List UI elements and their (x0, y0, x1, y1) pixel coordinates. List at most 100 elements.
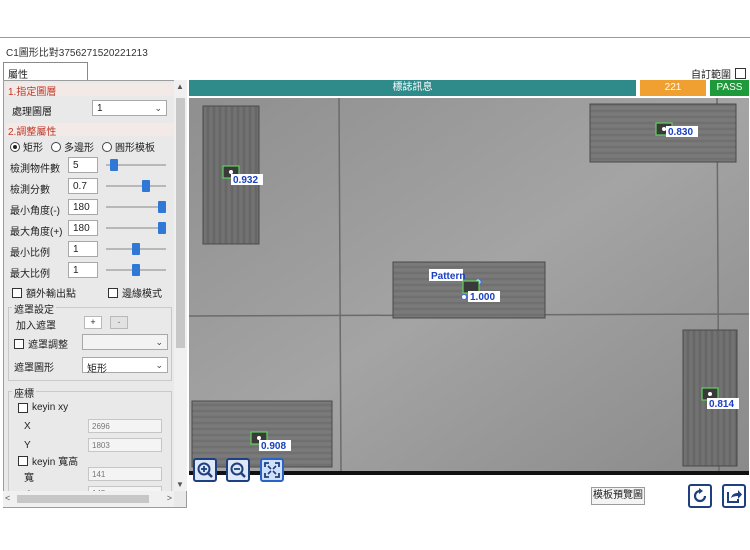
panel-vertical-scrollbar[interactable]: ▲ ▼ (174, 80, 187, 491)
scrollbar-thumb[interactable] (176, 98, 185, 348)
mask-adjust-select[interactable]: ⌄ (82, 334, 168, 350)
layer-value: 1 (97, 103, 103, 114)
zoom-in-icon (197, 462, 213, 478)
count-badge: 221 (640, 80, 706, 96)
refresh-icon (693, 488, 707, 503)
w-label: 寬 (24, 473, 34, 484)
param-value-input[interactable]: 5 (68, 157, 98, 173)
custom-range-label: 自訂範圍 (691, 70, 731, 81)
edge-mode-option[interactable]: 邊緣模式 (108, 285, 162, 300)
detection-score: 0.908 (261, 441, 286, 452)
param-value-input[interactable]: 1 (68, 241, 98, 257)
section-adjust-title: 2.調整屬性 (6, 123, 174, 138)
edge-mode-checkbox[interactable] (108, 287, 118, 298)
param-slider[interactable] (106, 222, 166, 234)
mask-add-button[interactable]: + (84, 316, 102, 329)
shape-radio-group: 矩形 多邊形 圓形模板 (10, 139, 155, 154)
param-label: 最小角度(-) (10, 206, 60, 217)
custom-range-toggle[interactable]: 自訂範圍 (691, 66, 746, 81)
param-slider[interactable] (106, 159, 166, 171)
export-button[interactable] (722, 484, 746, 508)
keyin-wh-option[interactable]: keyin 寬高 (18, 453, 78, 468)
param-value-input[interactable]: 0.7 (68, 178, 98, 194)
slider-knob[interactable] (110, 159, 118, 171)
param-value-input[interactable]: 1 (68, 262, 98, 278)
w-field[interactable]: 141 (88, 467, 162, 481)
mask-adjust-checkbox[interactable] (14, 338, 24, 349)
param-label: 檢測分數 (10, 185, 50, 196)
detection-score: 0.932 (233, 175, 258, 186)
param-slider[interactable] (106, 264, 166, 276)
layer-label: 處理圖層 (12, 107, 52, 118)
mask-title: 遮罩設定 (12, 301, 56, 316)
slider-knob[interactable] (158, 222, 166, 234)
slider-track (106, 185, 166, 187)
x-field[interactable]: 2696 (88, 419, 162, 433)
slider-knob[interactable] (132, 264, 140, 276)
extra-points-checkbox[interactable] (12, 287, 22, 298)
chevron-down-icon: ⌄ (154, 103, 162, 113)
detection-score: 0.830 (668, 127, 693, 138)
pattern-label: Pattern (431, 271, 465, 282)
result-badge: PASS (710, 80, 749, 96)
scroll-left-icon[interactable]: < (5, 493, 10, 503)
radio-polygon[interactable]: 多邊形 (51, 139, 94, 154)
scroll-right-icon[interactable]: > (167, 493, 172, 503)
param-label: 最小比例 (10, 248, 50, 259)
info-bar: 標誌訊息 (189, 80, 636, 96)
param-label: 最大角度(+) (10, 227, 63, 238)
refresh-button[interactable] (688, 484, 712, 508)
slider-track (106, 206, 166, 208)
mask-shape-label: 遮罩圖形 (14, 363, 54, 374)
slider-knob[interactable] (158, 201, 166, 213)
zoom-out-button[interactable] (226, 458, 250, 482)
panel-horizontal-scrollbar[interactable]: < > (3, 491, 174, 507)
detection-score: 1.000 (470, 292, 495, 303)
scrollbar-thumb[interactable] (17, 495, 149, 503)
extra-points-option[interactable]: 額外輸出點 (12, 285, 76, 300)
slider-track (106, 227, 166, 229)
radio-icon (102, 141, 112, 152)
keyin-xy-option[interactable]: keyin xy (18, 402, 68, 413)
top-divider (0, 37, 750, 38)
mask-adjust-option[interactable]: 遮罩調整 (14, 336, 68, 351)
param-slider[interactable] (106, 201, 166, 213)
param-label: 最大比例 (10, 269, 50, 280)
template-preview-button[interactable]: 模板預覽圖 (591, 487, 645, 505)
radio-circle-template[interactable]: 圓形模板 (102, 139, 155, 154)
param-label: 檢測物件數 (10, 164, 60, 175)
keyin-wh-checkbox[interactable] (18, 455, 28, 466)
mask-add-label: 加入遮罩 (16, 321, 56, 332)
scroll-down-icon[interactable]: ▼ (176, 480, 184, 489)
window-title: C1圖形比對3756271520221213 (6, 48, 148, 59)
slider-knob[interactable] (142, 180, 150, 192)
chevron-down-icon: ⌄ (155, 360, 163, 370)
param-value-input[interactable]: 180 (68, 199, 98, 215)
y-field[interactable]: 1803 (88, 438, 162, 452)
mask-remove-button[interactable]: - (110, 316, 128, 329)
custom-range-checkbox[interactable] (735, 68, 746, 79)
scroll-up-icon[interactable]: ▲ (176, 82, 184, 91)
property-panel: 1.指定圖層 處理圖層 1 ⌄ 2.調整屬性 矩形 多邊形 圓形模板 檢測物件數… (3, 80, 187, 508)
slider-knob[interactable] (132, 243, 140, 255)
layer-select[interactable]: 1 ⌄ (92, 100, 167, 116)
tab-property[interactable]: 屬性{Property} (3, 62, 88, 92)
x-label: X (24, 421, 31, 432)
radio-rect[interactable]: 矩形 (10, 139, 43, 154)
radio-icon (51, 141, 61, 152)
zoom-in-button[interactable] (193, 458, 217, 482)
param-slider[interactable] (106, 180, 166, 192)
fit-screen-button[interactable] (260, 458, 284, 482)
param-slider[interactable] (106, 243, 166, 255)
section-layer-title: 1.指定圖層 (6, 83, 174, 98)
keyin-xy-checkbox[interactable] (18, 402, 28, 413)
param-value-input[interactable]: 180 (68, 220, 98, 236)
fit-screen-icon (264, 462, 280, 478)
zoom-out-icon (230, 462, 246, 478)
inspection-image[interactable]: 0.932 0.830 Pattern 1.000 0.814 0.908 (189, 98, 749, 471)
export-icon (727, 490, 742, 503)
coord-title: 座標 (12, 385, 36, 400)
y-label: Y (24, 440, 31, 451)
inspection-canvas: 0.932 0.830 Pattern 1.000 0.814 0.908 (189, 98, 749, 471)
mask-shape-select[interactable]: 矩形 ⌄ (82, 357, 168, 375)
